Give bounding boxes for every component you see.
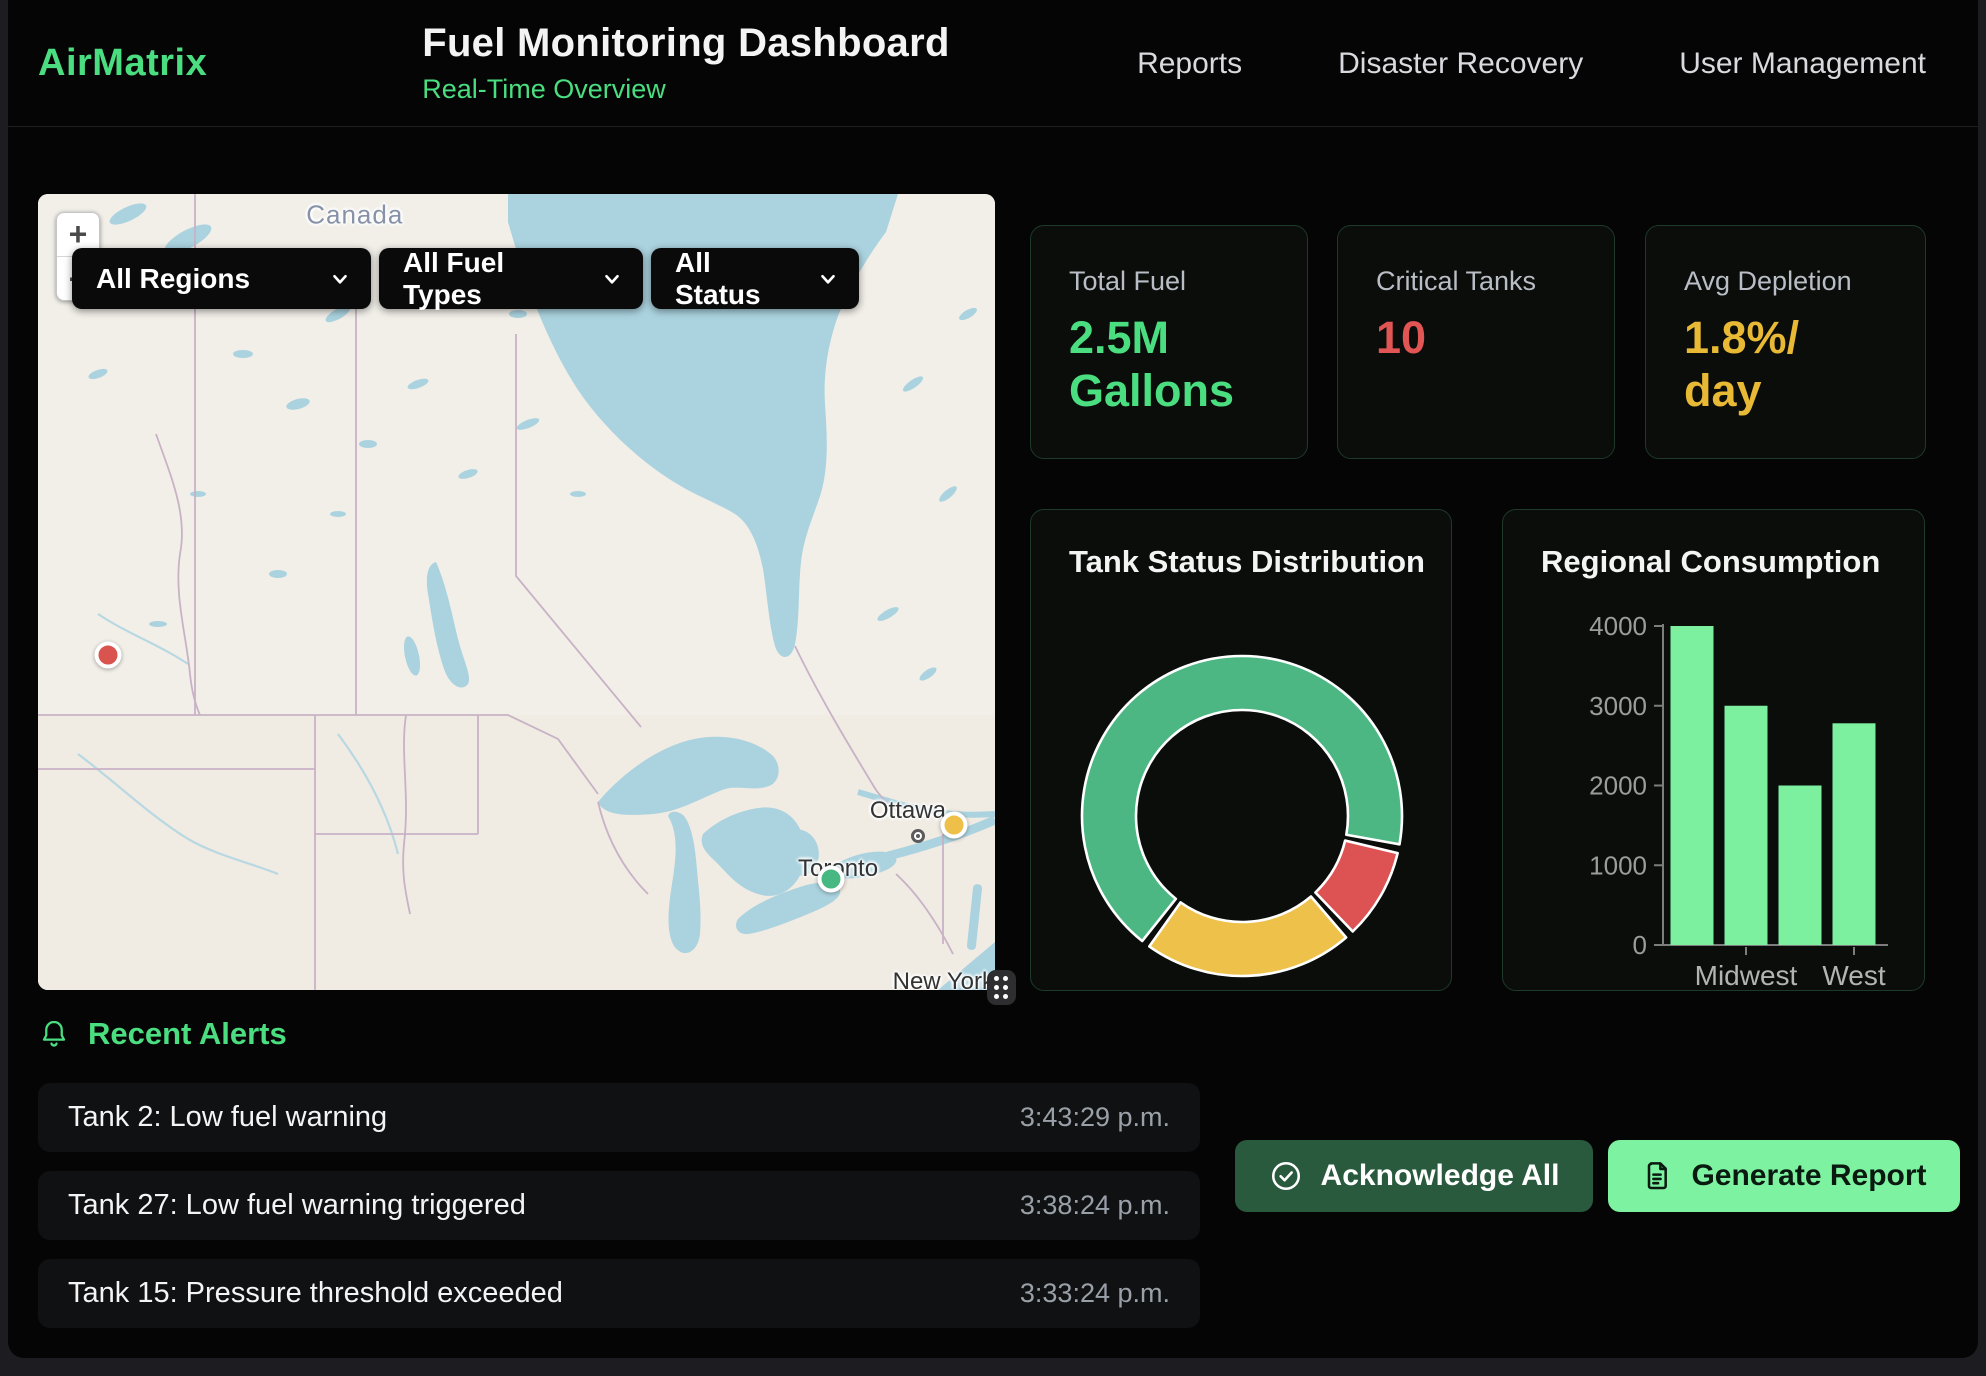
drag-handle-icon[interactable] <box>987 970 1016 1005</box>
alert-row[interactable]: Tank 27: Low fuel warning triggered 3:38… <box>38 1171 1200 1240</box>
y-tick-label: 1000 <box>1589 850 1647 880</box>
check-circle-icon <box>1269 1159 1303 1193</box>
region-filter-value: All Regions <box>96 263 250 295</box>
map-label-canada: Canada <box>306 199 403 230</box>
donut-segment-warning-yellow[interactable] <box>1149 896 1346 976</box>
main-nav: Reports Disaster Recovery User Managemen… <box>1137 0 1926 127</box>
y-tick-label: 2000 <box>1589 771 1647 801</box>
page-subtitle: Real-Time Overview <box>422 74 949 105</box>
chevron-down-icon <box>817 268 839 290</box>
map-panel[interactable]: + − All Regions All Fuel Types All Statu… <box>38 194 995 990</box>
tank-status-donut-chart <box>1031 552 1453 992</box>
alert-message: Tank 2: Low fuel warning <box>68 1101 387 1134</box>
regional-consumption-chart-card: Regional Consumption 01000200030004000Mi… <box>1502 509 1925 991</box>
alert-message: Tank 27: Low fuel warning triggered <box>68 1189 526 1222</box>
bar-0[interactable] <box>1671 626 1714 945</box>
alert-row[interactable]: Tank 15: Pressure threshold exceeded 3:3… <box>38 1259 1200 1328</box>
alert-message: Tank 15: Pressure threshold exceeded <box>68 1277 563 1310</box>
x-tick-label: Midwest <box>1695 960 1798 991</box>
fuel-type-filter-dropdown[interactable]: All Fuel Types <box>379 248 643 309</box>
brand-logo[interactable]: AirMatrix <box>38 42 207 85</box>
stat-value: 10 <box>1376 311 1551 364</box>
stat-card-total-fuel: Total Fuel 2.5M Gallons <box>1030 225 1308 459</box>
status-filter-value: All Status <box>675 247 791 311</box>
nav-item-disaster-recovery[interactable]: Disaster Recovery <box>1338 47 1583 81</box>
nav-item-user-management[interactable]: User Management <box>1679 47 1926 81</box>
stat-value: 1.8%/ day <box>1684 311 1859 417</box>
generate-report-label: Generate Report <box>1691 1159 1926 1193</box>
y-tick-label: 4000 <box>1589 611 1647 641</box>
map-filters: All Regions All Fuel Types All Status <box>72 248 859 309</box>
recent-alerts-heading: Recent Alerts <box>38 1016 287 1052</box>
tank-status-chart-card: Tank Status Distribution <box>1030 509 1452 991</box>
x-tick-label: West <box>1822 960 1885 991</box>
page-title: Fuel Monitoring Dashboard <box>422 21 949 66</box>
chevron-down-icon <box>329 268 351 290</box>
fuel-type-filter-value: All Fuel Types <box>403 247 575 311</box>
document-icon <box>1641 1160 1673 1192</box>
tank-marker-critical[interactable] <box>94 641 121 668</box>
dashboard-app: AirMatrix Fuel Monitoring Dashboard Real… <box>8 0 1978 1358</box>
nav-item-reports[interactable]: Reports <box>1137 47 1242 81</box>
tank-marker-warning[interactable] <box>940 812 967 839</box>
bell-icon <box>38 1018 70 1050</box>
stat-label: Avg Depletion <box>1684 266 1925 297</box>
generate-report-button[interactable]: Generate Report <box>1608 1140 1960 1212</box>
header: AirMatrix Fuel Monitoring Dashboard Real… <box>8 0 1978 127</box>
y-tick-label: 0 <box>1633 930 1647 960</box>
map-label-new-york: New York <box>893 968 994 990</box>
region-filter-dropdown[interactable]: All Regions <box>72 248 371 309</box>
stat-card-avg-depletion: Avg Depletion 1.8%/ day <box>1645 225 1926 459</box>
recent-alerts-title: Recent Alerts <box>88 1016 287 1052</box>
town-dot-icon <box>911 829 925 843</box>
stat-value: 2.5M Gallons <box>1069 311 1244 417</box>
regional-consumption-bar-chart: 0 1000 2000 3000 4000 Midwest West <box>1503 544 1926 992</box>
acknowledge-all-label: Acknowledge All <box>1321 1159 1560 1193</box>
stat-label: Critical Tanks <box>1376 266 1614 297</box>
stat-card-critical-tanks: Critical Tanks 10 <box>1337 225 1615 459</box>
title-block: Fuel Monitoring Dashboard Real-Time Over… <box>422 21 949 105</box>
bar-3[interactable] <box>1833 723 1876 945</box>
stat-label: Total Fuel <box>1069 266 1307 297</box>
alert-time: 3:43:29 p.m. <box>1020 1102 1170 1133</box>
bar-1[interactable] <box>1725 706 1768 945</box>
acknowledge-all-button[interactable]: Acknowledge All <box>1235 1140 1593 1212</box>
status-filter-dropdown[interactable]: All Status <box>651 248 859 309</box>
map-label-ottawa: Ottawa <box>870 797 946 825</box>
alert-time: 3:33:24 p.m. <box>1020 1278 1170 1309</box>
y-tick-label: 3000 <box>1589 691 1647 721</box>
chevron-down-icon <box>601 268 623 290</box>
tank-marker-normal[interactable] <box>818 866 845 893</box>
alert-row[interactable]: Tank 2: Low fuel warning 3:43:29 p.m. <box>38 1083 1200 1152</box>
alert-time: 3:38:24 p.m. <box>1020 1190 1170 1221</box>
bar-2[interactable] <box>1779 786 1822 946</box>
